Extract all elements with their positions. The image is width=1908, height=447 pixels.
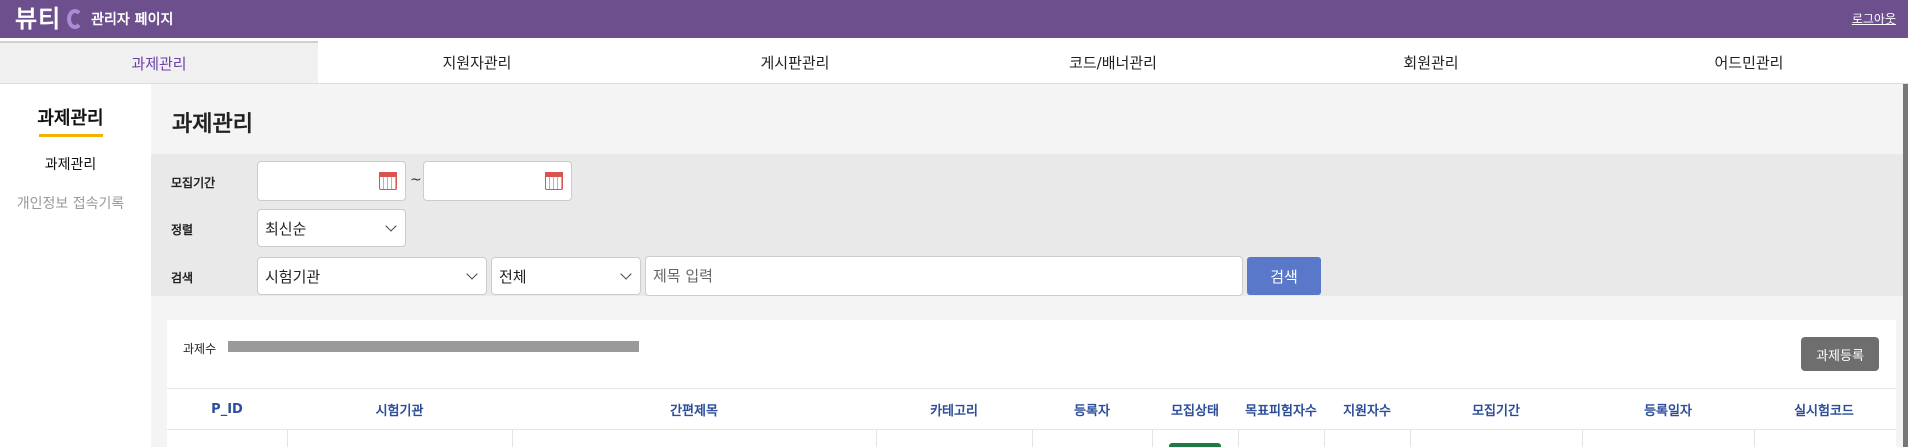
brand[interactable]: 뷰티 관리자 페이지 (15, 5, 173, 33)
tab-project-management[interactable]: 과제관리 (0, 41, 318, 83)
cell-divider (1152, 430, 1153, 447)
column-header-registrant[interactable]: 등록자 (1032, 389, 1152, 429)
tab-applicant-management[interactable]: 지원자관리 (318, 41, 636, 83)
column-header-applicants[interactable]: 지원자수 (1324, 389, 1410, 429)
chevron-down-icon (466, 268, 478, 280)
tab-board-management[interactable]: 게시판관리 (636, 41, 954, 83)
period-label: 모집기간 (171, 176, 216, 190)
logout-link[interactable]: 로그아웃 (1852, 10, 1896, 27)
main-tabs: 과제관리 지원자관리 게시판관리 코드/배너관리 회원관리 어드민관리 (0, 41, 1908, 84)
column-header-test-code[interactable]: 실시험코드 (1754, 389, 1894, 429)
sort-select[interactable]: 최신순 (257, 209, 406, 247)
column-header-test-institution[interactable]: 시험기관 (287, 389, 512, 429)
tab-admin-management[interactable]: 어드민관리 (1590, 41, 1908, 83)
search-field-value: 시험기관 (265, 267, 321, 286)
column-header-category[interactable]: 카테고리 (876, 389, 1032, 429)
tab-code-banner-management[interactable]: 코드/배너관리 (954, 41, 1272, 83)
sidebar-item-privacy-access-log[interactable]: 개인정보 접속기록 (0, 193, 141, 213)
cell-divider (876, 430, 877, 447)
date-range-separator: ~ (410, 172, 422, 188)
brand-logo: 뷰티 (15, 5, 62, 33)
calendar-icon[interactable] (379, 172, 397, 190)
end-date-input[interactable] (423, 161, 572, 201)
column-header-target-subjects[interactable]: 목표피험자수 (1238, 389, 1324, 429)
sidebar-title: 과제관리 (37, 108, 104, 129)
cell-divider (1582, 430, 1583, 447)
sidebar: 과제관리 과제관리 개인정보 접속기록 (0, 84, 151, 447)
top-header: 뷰티 관리자 페이지 로그아웃 (0, 0, 1908, 38)
cell-divider (1754, 430, 1755, 447)
register-task-button[interactable]: 과제등록 (1801, 337, 1879, 371)
cell-divider (287, 430, 288, 447)
search-button[interactable]: 검색 (1247, 257, 1321, 295)
task-list-panel: 과제수 과제등록 P_ID 시험기관 간편제목 카테고리 등록자 모집상태 목표… (167, 320, 1896, 447)
sidebar-item-project-management[interactable]: 과제관리 (0, 154, 141, 174)
cell-divider (512, 430, 513, 447)
table-row[interactable] (167, 430, 1896, 447)
redacted-bar (228, 341, 639, 352)
cell-divider (1324, 430, 1325, 447)
cell-divider (1410, 430, 1411, 447)
column-header-p-id[interactable]: P_ID (167, 389, 287, 429)
column-header-short-title[interactable]: 간편제목 (512, 389, 876, 429)
sidebar-title-underline (39, 134, 103, 137)
admin-page-title: 관리자 페이지 (91, 12, 174, 28)
task-count-label: 과제수 (183, 342, 217, 356)
cell-divider (1238, 430, 1239, 447)
search-field-select[interactable]: 시험기관 (257, 257, 487, 295)
search-scope-value: 전체 (499, 267, 527, 286)
table-header: P_ID 시험기관 간편제목 카테고리 등록자 모집상태 목표피험자수 지원자수… (167, 388, 1896, 430)
column-header-recruit-status[interactable]: 모집상태 (1152, 389, 1238, 429)
chevron-down-icon (620, 268, 632, 280)
tab-member-management[interactable]: 회원관리 (1272, 41, 1590, 83)
calendar-icon[interactable] (545, 172, 563, 190)
column-header-recruit-period[interactable]: 모집기간 (1410, 389, 1582, 429)
brand-logo-mark-icon (67, 9, 84, 29)
start-date-input[interactable] (257, 161, 406, 201)
sort-label: 정렬 (171, 223, 194, 237)
search-input[interactable] (645, 256, 1243, 296)
vertical-scrollbar[interactable] (1903, 84, 1908, 447)
search-label: 검색 (171, 271, 194, 285)
cell-divider (1032, 430, 1033, 447)
search-scope-select[interactable]: 전체 (491, 257, 641, 295)
page-title: 과제관리 (172, 112, 253, 137)
sort-select-value: 최신순 (265, 219, 307, 238)
chevron-down-icon (385, 220, 397, 232)
column-header-registered-date[interactable]: 등록일자 (1582, 389, 1754, 429)
status-badge (1169, 443, 1221, 447)
